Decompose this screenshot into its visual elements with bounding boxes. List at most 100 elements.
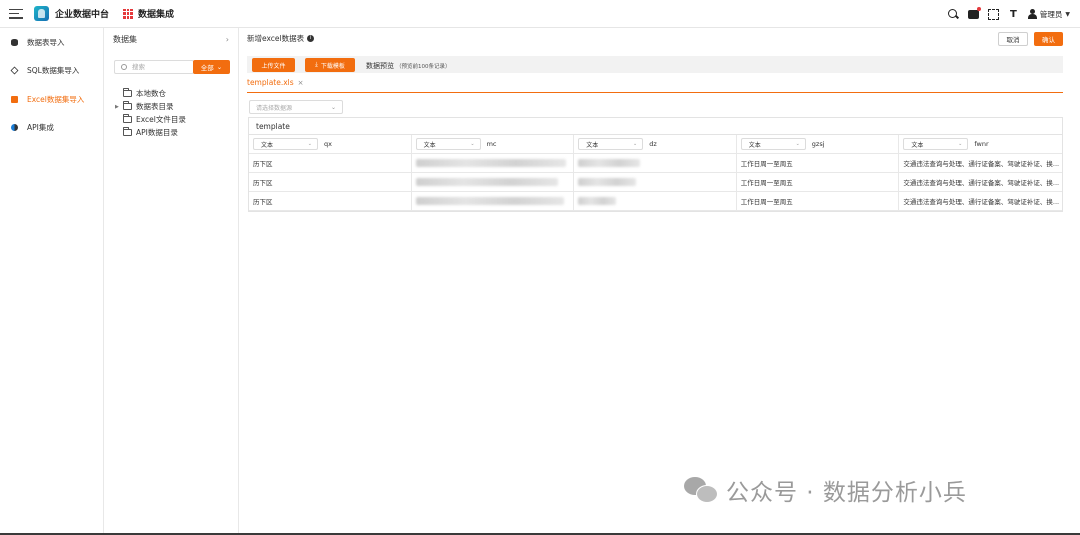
table-cell-redacted [412, 154, 575, 172]
chevron-down-icon: ⌄ [795, 141, 800, 147]
nav-item-table-import[interactable]: 数据表导入 [0, 28, 103, 57]
folder-icon [123, 114, 132, 123]
table-cell: 交通违法查询与处理、通行证备案、驾驶证补证、换... [903, 179, 1060, 187]
column-header: 文本 ⌄ qx [249, 135, 412, 153]
nav-item-label: SQL数据集导入 [27, 66, 80, 76]
chevron-down-icon: ⌄ [330, 103, 336, 111]
column-type-select[interactable]: 文本 ⌄ [415, 138, 481, 150]
download-icon: ⤓ [315, 61, 318, 68]
dataset-search-input[interactable] [132, 63, 192, 71]
preview-grid: template 文本 ⌄ qx 文本 ⌄ mc 文本 ⌄ dz 文本 ⌄ gzsj [248, 117, 1063, 212]
tree-item-excel-catalog[interactable]: Excel文件目录 [115, 113, 186, 126]
table-row: 历下区 工作日周一至周五 交通违法查询与处理、通行证备案、驾驶证补证、换... [249, 154, 1062, 173]
layers-icon [10, 66, 19, 75]
column-type-select[interactable]: 文本 ⌄ [578, 138, 644, 150]
dataset-panel-title: 数据集 [113, 35, 137, 44]
nav-item-api[interactable]: API集成 [0, 114, 103, 143]
api-icon [11, 124, 18, 132]
dataset-panel: 数据集 › 全部 ⌄ 本地数仓 ▶ 数据表目录 Ex [105, 28, 239, 533]
tree-item-api-catalog[interactable]: API数据目录 [115, 126, 186, 139]
tab-label: template.xls [247, 78, 294, 87]
nav-item-label: Excel数据集导入 [27, 94, 85, 104]
tree-item-label: 本地数仓 [136, 89, 166, 98]
column-type-select[interactable]: 文本 ⌄ [253, 138, 318, 150]
table-cell: 交通违法查询与处理、通行证备案、驾驶证补证、换... [903, 160, 1060, 168]
dataset-panel-header: 数据集 › [105, 28, 238, 51]
nav-item-sql-import[interactable]: SQL数据集导入 [0, 57, 103, 86]
column-name: fwnr [974, 140, 989, 148]
data-preview-label: 数据预览 （预览前100条记录） [366, 62, 451, 70]
datasource-select[interactable]: 请选择数据源 ⌄ [249, 100, 343, 114]
database-icon [11, 38, 18, 46]
column-type-select[interactable]: 文本 ⌄ [903, 138, 969, 150]
search-icon[interactable] [947, 8, 959, 20]
column-header: 文本 ⌄ gzsj [737, 135, 900, 153]
menu-toggle-icon[interactable] [9, 8, 23, 19]
upload-file-button[interactable]: 上传文件 [252, 58, 295, 72]
chevron-down-icon: ⌄ [632, 141, 638, 147]
apps-grid-icon[interactable] [123, 8, 134, 19]
datasource-placeholder: 请选择数据源 [256, 104, 293, 112]
wechat-icon [684, 477, 718, 503]
chevron-down-icon: ⌄ [470, 141, 475, 147]
table-cell-redacted [574, 154, 737, 172]
dataset-filter-dropdown[interactable]: 全部 ⌄ [193, 60, 230, 74]
nav-item-excel-import[interactable]: Excel数据集导入 [0, 85, 103, 114]
download-template-button[interactable]: ⤓ 下载模板 [305, 58, 355, 72]
download-template-label: 下载模板 [320, 62, 345, 70]
user-menu[interactable]: 管理员 ▼ [1027, 9, 1070, 20]
top-bar: 企业数据中台 数据集成 T 管理员 ▼ [0, 0, 1080, 28]
folder-icon [123, 127, 132, 136]
folder-icon [123, 88, 132, 97]
search-icon [121, 64, 127, 70]
tab-template-xls[interactable]: template.xls × [247, 78, 304, 87]
user-name: 管理员 [1039, 9, 1063, 19]
dataset-tree: 本地数仓 ▶ 数据表目录 Excel文件目录 API数据目录 [115, 87, 186, 139]
column-header: 文本 ⌄ dz [574, 135, 737, 153]
collapse-icon[interactable]: › [226, 35, 229, 44]
column-header: 文本 ⌄ fwnr [899, 135, 1062, 153]
table-cell-redacted [574, 173, 737, 191]
info-icon[interactable]: i [307, 35, 315, 42]
expand-arrow-icon[interactable]: ▶ [115, 104, 123, 110]
tree-item-local-warehouse[interactable]: 本地数仓 [115, 87, 186, 100]
table-cell-redacted [412, 173, 575, 191]
confirm-button[interactable]: 确认 [1034, 32, 1063, 46]
column-name: qx [324, 140, 332, 148]
dataset-search[interactable] [114, 60, 194, 74]
table-cell: 历下区 [249, 173, 412, 191]
folder-icon [123, 101, 132, 110]
cancel-button[interactable]: 取消 [998, 32, 1028, 46]
module-title[interactable]: 数据集成 [138, 7, 174, 20]
column-header: 文本 ⌄ mc [412, 135, 575, 153]
app-window: 企业数据中台 数据集成 T 管理员 ▼ 数据表导入 SQL数据集导入 Excel… [0, 0, 1080, 533]
dataset-filter-label: 全部 [200, 64, 214, 72]
page-title-text: 新增excel数据表 [247, 34, 305, 43]
column-name: mc [486, 140, 497, 148]
column-name: gzsj [811, 140, 825, 148]
table-cell: 历下区 [249, 154, 412, 172]
table-cell: 工作日周一至周五 [737, 173, 900, 191]
app-logo-icon [34, 6, 49, 21]
chevron-down-icon: ▼ [1065, 10, 1070, 18]
fullscreen-icon[interactable] [987, 8, 999, 20]
table-row: 历下区 工作日周一至周五 交通违法查询与处理、通行证备案、驾驶证补证、换... [249, 173, 1062, 192]
column-name: dz [649, 140, 657, 148]
user-avatar-icon [1027, 9, 1037, 19]
main-content: 新增excel数据表 i 取消 确认 上传文件 ⤓ 下载模板 数据预览 （预览前1… [240, 28, 1080, 533]
close-icon[interactable]: × [298, 79, 304, 87]
chevron-down-icon: ⌄ [216, 63, 223, 71]
tree-item-table-catalog[interactable]: ▶ 数据表目录 [115, 100, 186, 113]
file-tabs: template.xls × [247, 77, 1063, 93]
app-title: 企业数据中台 [55, 10, 110, 20]
tree-item-label: 数据表目录 [136, 102, 174, 111]
table-cell: 工作日周一至周五 [737, 154, 900, 172]
table-cell: 历下区 [249, 192, 412, 210]
font-size-icon[interactable]: T [1008, 9, 1019, 20]
excel-icon [11, 95, 18, 103]
column-type-select[interactable]: 文本 ⌄ [740, 138, 806, 150]
table-cell: 工作日周一至周五 [737, 192, 900, 210]
message-icon[interactable] [967, 6, 981, 19]
table-cell-redacted [412, 192, 575, 210]
nav-item-label: API集成 [27, 123, 54, 133]
